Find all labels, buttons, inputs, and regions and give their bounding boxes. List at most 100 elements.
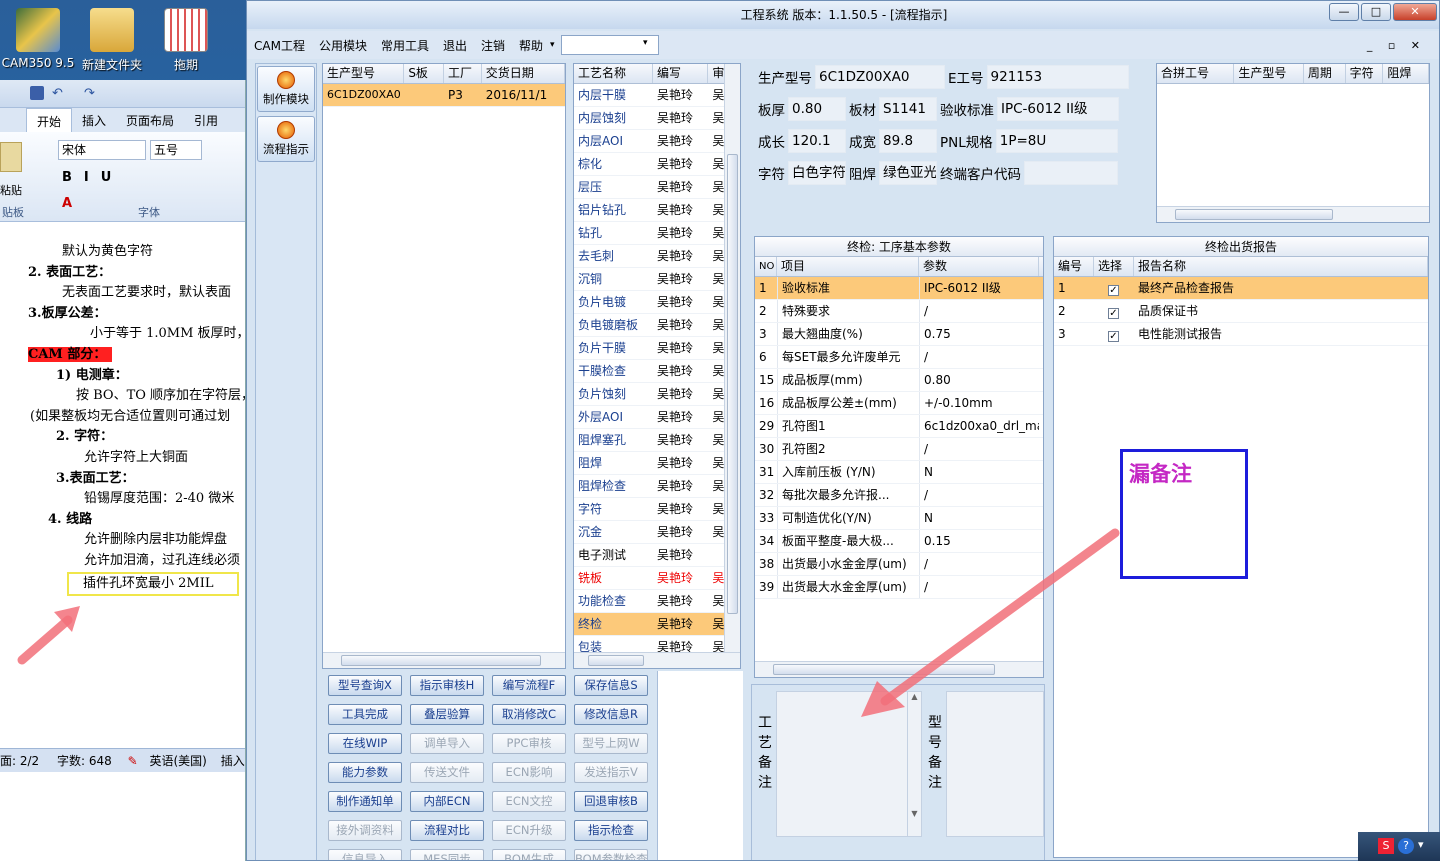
customer-code-field[interactable] [1024, 161, 1118, 185]
table-row[interactable]: 32 每批次最多允许报... / [755, 484, 1043, 507]
silk-field[interactable]: 白色字符 [788, 161, 846, 185]
table-row[interactable]: 沉铜 吴艳玲吴 [574, 268, 740, 291]
tab-page-layout[interactable]: 页面布局 [116, 108, 184, 132]
menu-help[interactable]: 帮助 [512, 37, 550, 54]
table-row[interactable]: 终检 吴艳玲吴 [574, 613, 740, 636]
tab-insert[interactable]: 插入 [72, 108, 116, 132]
document-body[interactable]: 默认为黄色字符 2. 表面工艺： 无表面工艺要求时，默认表面 3.板厚公差： 小… [0, 242, 245, 808]
length-field[interactable]: 120.1 [788, 129, 846, 153]
table-row[interactable]: 6 每SET最多允许废单元 / [755, 346, 1043, 369]
table-row[interactable]: 钻孔 吴艳玲吴 [574, 222, 740, 245]
action-button[interactable]: 编写流程F [492, 675, 566, 696]
action-button[interactable]: 调单导入 [410, 733, 484, 754]
input-method-icon[interactable]: S [1378, 838, 1394, 854]
action-button[interactable]: 叠层验算 [410, 704, 484, 725]
table-row[interactable]: 电子测试 吴艳玲 [574, 544, 740, 567]
table-row[interactable]: 字符 吴艳玲吴 [574, 498, 740, 521]
menu-cam[interactable]: CAM工程 [247, 37, 312, 54]
action-button[interactable]: BOM参数检查 [574, 849, 648, 860]
paste-icon[interactable] [0, 142, 22, 172]
menu-exit[interactable]: 退出 [436, 37, 474, 54]
table-row[interactable]: 棕化 吴艳玲吴 [574, 153, 740, 176]
action-button[interactable]: MES同步 [410, 849, 484, 860]
table-row[interactable]: 3 ✓ 电性能测试报告 [1054, 323, 1428, 346]
action-button[interactable]: 内部ECN [410, 791, 484, 812]
action-button[interactable]: 保存信息S [574, 675, 648, 696]
action-button[interactable]: ECN影响 [492, 762, 566, 783]
format-buttons[interactable]: BIU [62, 170, 123, 185]
action-button[interactable]: 制作通知单 [328, 791, 402, 812]
table-row[interactable]: 沉金 吴艳玲吴 [574, 521, 740, 544]
table-row[interactable]: 6C1DZ00XA0 P3 2016/11/1 [323, 84, 565, 107]
table-row[interactable]: 外层AOI 吴艳玲吴 [574, 406, 740, 429]
table-row[interactable]: 1 验收标准 IPC-6012 II级 [755, 277, 1043, 300]
report-checkbox[interactable]: ✓ [1108, 308, 1119, 319]
table-row[interactable]: 内层AOI 吴艳玲吴 [574, 130, 740, 153]
table-row[interactable]: 负电镀磨板 吴艳玲吴 [574, 314, 740, 337]
desktop-icon-cam350[interactable]: CAM350 9.5 [0, 8, 78, 70]
menu-tools[interactable]: 常用工具 [374, 37, 436, 54]
action-button[interactable]: 指示审核H [410, 675, 484, 696]
horizontal-scrollbar[interactable] [1157, 206, 1429, 222]
model-field[interactable]: 6C1DZ00XA0 [815, 65, 945, 89]
table-row[interactable]: 铣板 吴艳玲吴 [574, 567, 740, 590]
table-row[interactable]: 内层蚀刻 吴艳玲吴 [574, 107, 740, 130]
action-button[interactable]: BOM生成 [492, 849, 566, 860]
redo-icon[interactable]: ↷ [84, 86, 95, 101]
report-checkbox[interactable]: ✓ [1108, 331, 1119, 342]
table-row[interactable]: 30 孔符图2/ [755, 438, 1043, 461]
table-row[interactable]: 阻焊塞孔 吴艳玲吴 [574, 429, 740, 452]
pnl-field[interactable]: 1P=8U [995, 129, 1118, 153]
table-row[interactable]: 1 ✓ 最终产品检查报告 [1054, 277, 1428, 300]
menu-combo[interactable]: ▾ [560, 35, 659, 55]
tab-home[interactable]: 开始 [26, 108, 73, 132]
table-row[interactable]: 阻焊 吴艳玲吴 [574, 452, 740, 475]
mask-field[interactable]: 绿色亚光 [879, 161, 937, 185]
table-row[interactable]: 15 成品板厚(mm) 0.80 [755, 369, 1043, 392]
table-row[interactable]: 2 ✓ 品质保证书 [1054, 300, 1428, 323]
action-button[interactable]: 工具完成 [328, 704, 402, 725]
minimize-button[interactable]: — [1329, 3, 1359, 21]
table-row[interactable]: 层压 吴艳玲吴 [574, 176, 740, 199]
action-button[interactable]: 修改信息R [574, 704, 648, 725]
horizontal-scrollbar[interactable] [574, 652, 740, 668]
horizontal-scrollbar[interactable] [323, 652, 565, 668]
eno-field[interactable]: 921153 [986, 65, 1129, 89]
action-button[interactable]: 接外调资料 [328, 820, 402, 841]
status-language[interactable]: 英语(美国) [149, 754, 206, 768]
status-insert-mode[interactable]: 插入 [221, 754, 245, 768]
table-row[interactable]: 去毛刺 吴艳玲吴 [574, 245, 740, 268]
action-button[interactable]: 信息导入 [328, 849, 402, 860]
width-field[interactable]: 89.8 [879, 129, 937, 153]
action-button[interactable]: ECN升级 [492, 820, 566, 841]
action-button[interactable]: ECN文控 [492, 791, 566, 812]
make-module-button[interactable]: 制作模块 [257, 66, 315, 112]
process-guide-button[interactable]: 流程指示 [257, 116, 315, 162]
table-row[interactable]: 内层干膜 吴艳玲吴 [574, 84, 740, 107]
report-checkbox[interactable]: ✓ [1108, 285, 1119, 296]
menu-overflow-icon[interactable]: ▾ [550, 40, 555, 50]
table-row[interactable]: 16 成品板厚公差±(mm) +/-0.10mm [755, 392, 1043, 415]
mdi-controls[interactable]: _ ▫ ✕ [1360, 39, 1433, 52]
table-row[interactable]: 负片电镀 吴艳玲吴 [574, 291, 740, 314]
table-row[interactable]: 29 孔符图1 6c1dz00xa0_drl_ma [755, 415, 1043, 438]
action-button[interactable]: 发送指示V [574, 762, 648, 783]
tray-options-icon[interactable]: ▾ [1418, 838, 1424, 851]
help-icon[interactable]: ? [1398, 838, 1414, 854]
table-row[interactable]: 干膜检查 吴艳玲吴 [574, 360, 740, 383]
action-button[interactable]: 指示检查 [574, 820, 648, 841]
action-button[interactable]: 回退审核B [574, 791, 648, 812]
font-name-box[interactable]: 宋体 [58, 140, 146, 160]
tab-references[interactable]: 引用 [184, 108, 228, 132]
vertical-scrollbar[interactable] [724, 64, 740, 652]
action-button[interactable]: 取消修改C [492, 704, 566, 725]
table-row[interactable]: 阻焊检查 吴艳玲吴 [574, 475, 740, 498]
save-icon[interactable] [30, 86, 44, 100]
desktop-icon-new-folder[interactable]: 新建文件夹 [72, 8, 152, 73]
close-button[interactable]: ✕ [1393, 3, 1437, 21]
table-row[interactable]: 31 入库前压板 (Y/N) N [755, 461, 1043, 484]
action-button[interactable]: 传送文件 [410, 762, 484, 783]
action-button[interactable]: 流程对比 [410, 820, 484, 841]
table-row[interactable]: 3 最大翘曲度(%) 0.75 [755, 323, 1043, 346]
action-button[interactable]: 型号上网W [574, 733, 648, 754]
